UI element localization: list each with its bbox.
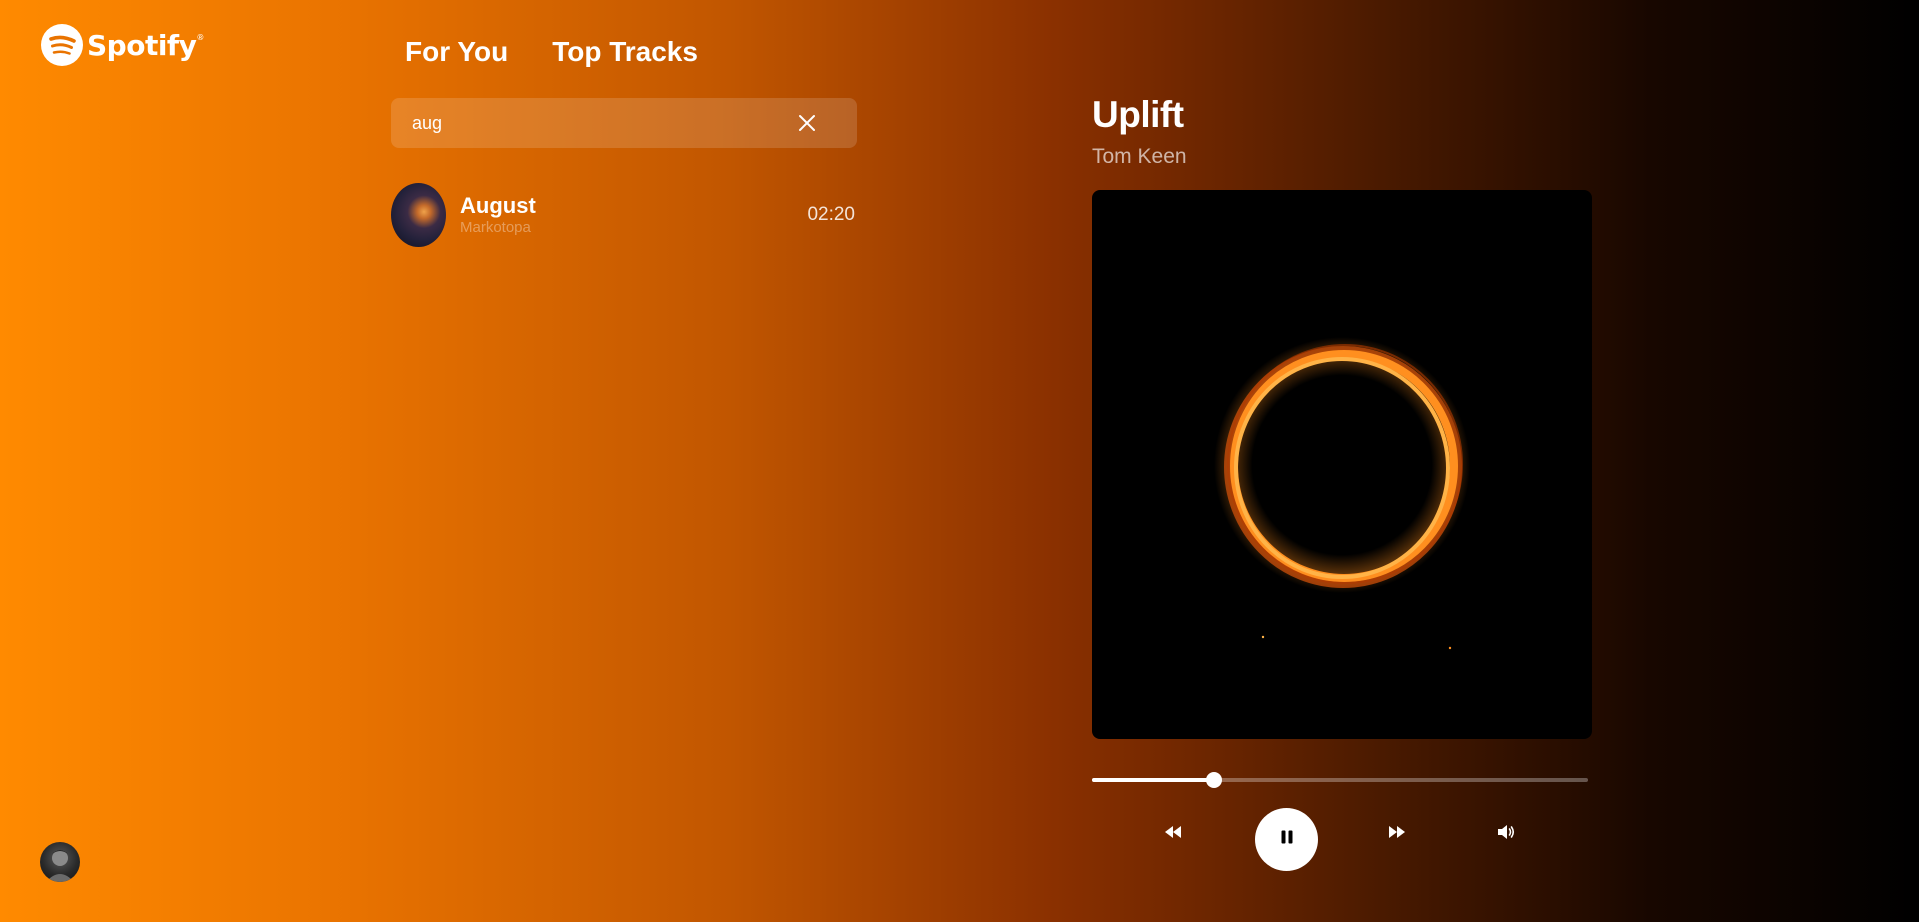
tab-for-you[interactable]: For You: [405, 30, 508, 74]
track-thumbnail: [391, 183, 446, 247]
fast-forward-icon: [1386, 821, 1408, 848]
close-icon[interactable]: [797, 113, 817, 133]
avatar[interactable]: [40, 842, 80, 882]
rewind-button[interactable]: [1161, 822, 1185, 846]
progress-handle[interactable]: [1205, 772, 1222, 788]
spotify-logo[interactable]: Spotify®: [41, 24, 204, 66]
now-playing-artist: Tom Keen: [1092, 145, 1187, 168]
volume-icon: [1496, 822, 1516, 847]
registered-mark: ®: [196, 32, 204, 42]
progress-bar[interactable]: [1092, 772, 1588, 788]
pause-icon: [1279, 829, 1295, 850]
logo-wordmark: Spotify®: [87, 28, 204, 62]
track-artist: Markotopa: [460, 219, 531, 236]
track-title: August: [460, 193, 536, 218]
nav-tabs: For You Top Tracks: [405, 30, 698, 74]
now-playing-title: Uplift: [1092, 94, 1184, 135]
list-item[interactable]: August Markotopa 02:20: [391, 182, 855, 248]
rewind-icon: [1162, 821, 1184, 848]
spotify-icon: [41, 24, 83, 66]
fast-forward-button[interactable]: [1385, 822, 1409, 846]
volume-button[interactable]: [1494, 822, 1518, 846]
search-bar: [391, 98, 857, 148]
tab-top-tracks[interactable]: Top Tracks: [552, 30, 698, 74]
album-cover: [1092, 190, 1592, 739]
track-duration: 02:20: [807, 204, 855, 225]
progress-fill: [1092, 778, 1214, 782]
search-input[interactable]: [412, 112, 797, 134]
pause-button[interactable]: [1255, 808, 1318, 871]
track-meta: August Markotopa: [460, 193, 807, 237]
